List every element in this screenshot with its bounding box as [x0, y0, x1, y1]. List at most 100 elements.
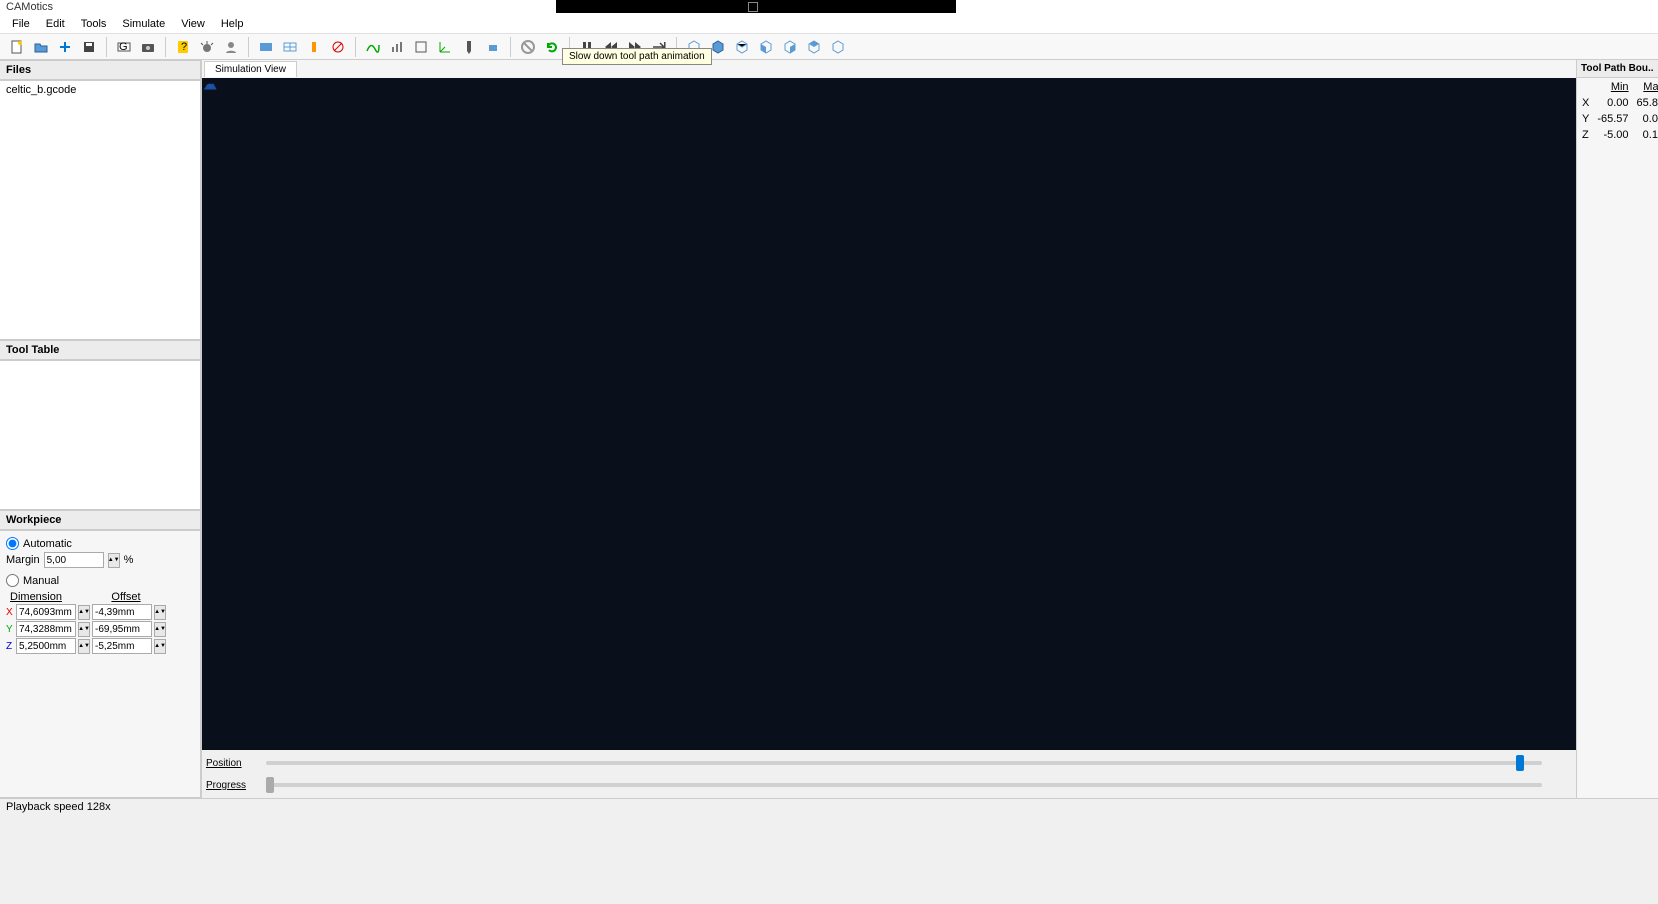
menu-bar: File Edit Tools Simulate View Help: [0, 14, 1658, 34]
help-button[interactable]: ?: [172, 36, 194, 58]
back-view-button[interactable]: [731, 36, 753, 58]
add-button[interactable]: [54, 36, 76, 58]
bars-icon: [389, 39, 405, 55]
bug-button[interactable]: [196, 36, 218, 58]
axis-z-label: Z: [6, 641, 14, 652]
dim-y-input[interactable]: [16, 621, 76, 637]
off-z-input[interactable]: [92, 638, 152, 654]
stop-button[interactable]: [517, 36, 539, 58]
bug-icon: [199, 39, 215, 55]
wireframe-icon: [282, 39, 298, 55]
progress-slider[interactable]: [266, 783, 1542, 787]
path-toggle-button[interactable]: [362, 36, 384, 58]
show-tool-button[interactable]: [458, 36, 480, 58]
workpiece-header: Workpiece: [0, 510, 201, 530]
progress-thumb[interactable]: [266, 777, 274, 793]
dim-x-input[interactable]: [16, 604, 76, 620]
margin-label: Margin: [6, 554, 40, 566]
off-x-input[interactable]: [92, 604, 152, 620]
camera-icon: [140, 39, 156, 55]
3d-scene-svg: [202, 78, 218, 94]
bar-icon: [306, 39, 322, 55]
manual-label: Manual: [23, 575, 59, 587]
off-y-spin[interactable]: ▲▼: [154, 622, 166, 637]
menu-help[interactable]: Help: [213, 16, 252, 32]
dim-y-spin[interactable]: ▲▼: [78, 622, 90, 637]
dim-x-spin[interactable]: ▲▼: [78, 605, 90, 620]
dim-z-spin[interactable]: ▲▼: [78, 639, 90, 654]
max-header: Max: [1634, 80, 1658, 94]
cube-left-icon: [758, 39, 774, 55]
view-axes-button[interactable]: [327, 36, 349, 58]
bounds-table: MinMax X0.0065.83 Y-65.570.00 Z-5.000.10: [1577, 78, 1658, 144]
off-x-spin[interactable]: ▲▼: [154, 605, 166, 620]
dim-z-input[interactable]: [16, 638, 76, 654]
cube-back-icon: [734, 39, 750, 55]
right-view-button[interactable]: [779, 36, 801, 58]
plus-icon: [57, 39, 73, 55]
export-gcode-button[interactable]: G: [113, 36, 135, 58]
tooltip: Slow down tool path animation: [562, 48, 712, 65]
menu-simulate[interactable]: Simulate: [114, 16, 173, 32]
tool-table-list[interactable]: [0, 360, 201, 510]
donate-button[interactable]: [220, 36, 242, 58]
show-axes-button[interactable]: [434, 36, 456, 58]
cube-right-icon: [782, 39, 798, 55]
top-view-button[interactable]: [803, 36, 825, 58]
left-view-button[interactable]: [755, 36, 777, 58]
bounds-header: Tool Path Bou..: [1577, 60, 1658, 78]
screenshot-button[interactable]: [137, 36, 159, 58]
user-icon: [223, 39, 239, 55]
dim-col-header: Dimension: [6, 591, 66, 603]
view-wire-button[interactable]: [279, 36, 301, 58]
new-project-button[interactable]: [6, 36, 28, 58]
viewport-tabs: Simulation View: [202, 60, 1576, 78]
bounds-row-x: X0.0065.83: [1579, 96, 1658, 110]
menu-edit[interactable]: Edit: [38, 16, 73, 32]
view-hide-button[interactable]: [303, 36, 325, 58]
reload-button[interactable]: [541, 36, 563, 58]
save-icon: [81, 39, 97, 55]
path-icon: [365, 39, 381, 55]
wp-row-y: Y ▲▼ ▲▼: [6, 621, 194, 637]
wp-row-x: X ▲▼ ▲▼: [6, 604, 194, 620]
app-title: CAMotics: [6, 1, 53, 13]
automatic-label: Automatic: [23, 538, 72, 550]
position-slider-row: Position: [206, 752, 1572, 774]
save-button[interactable]: [78, 36, 100, 58]
svg-text:?: ?: [181, 41, 187, 53]
tab-simulation-view[interactable]: Simulation View: [204, 61, 297, 77]
automatic-radio[interactable]: [6, 537, 19, 550]
manual-radio[interactable]: [6, 574, 19, 587]
files-list[interactable]: celtic_b.gcode: [0, 80, 201, 340]
show-workpiece-button[interactable]: [482, 36, 504, 58]
margin-spinner[interactable]: ▲▼: [108, 553, 120, 568]
open-button[interactable]: [30, 36, 52, 58]
margin-input[interactable]: [44, 552, 104, 568]
bbox-button[interactable]: [410, 36, 432, 58]
view-surface-button[interactable]: [255, 36, 277, 58]
folder-open-icon: [33, 39, 49, 55]
cube-top-icon: [806, 39, 822, 55]
off-y-input[interactable]: [92, 621, 152, 637]
position-slider[interactable]: [266, 761, 1542, 765]
workpiece-panel: Automatic Margin ▲▼ % Manual Dimension O…: [0, 530, 201, 798]
menu-tools[interactable]: Tools: [73, 16, 115, 32]
margin-unit: %: [124, 554, 134, 566]
svg-text:G: G: [119, 41, 128, 53]
external-chrome-overlay: [556, 0, 956, 13]
block-icon: [485, 39, 501, 55]
reload-icon: [544, 39, 560, 55]
files-panel-header: Files: [0, 60, 201, 80]
menu-file[interactable]: File: [4, 16, 38, 32]
intensity-button[interactable]: [386, 36, 408, 58]
3d-viewport[interactable]: [202, 78, 1576, 750]
file-item[interactable]: celtic_b.gcode: [6, 84, 194, 96]
off-col-header: Offset: [96, 591, 156, 603]
right-sidebar: Tool Path Bou.. MinMax X0.0065.83 Y-65.5…: [1576, 60, 1658, 798]
bottom-view-button[interactable]: [827, 36, 849, 58]
menu-view[interactable]: View: [173, 16, 213, 32]
off-z-spin[interactable]: ▲▼: [154, 639, 166, 654]
position-thumb[interactable]: [1516, 755, 1524, 771]
axis-y-label: Y: [6, 624, 14, 635]
